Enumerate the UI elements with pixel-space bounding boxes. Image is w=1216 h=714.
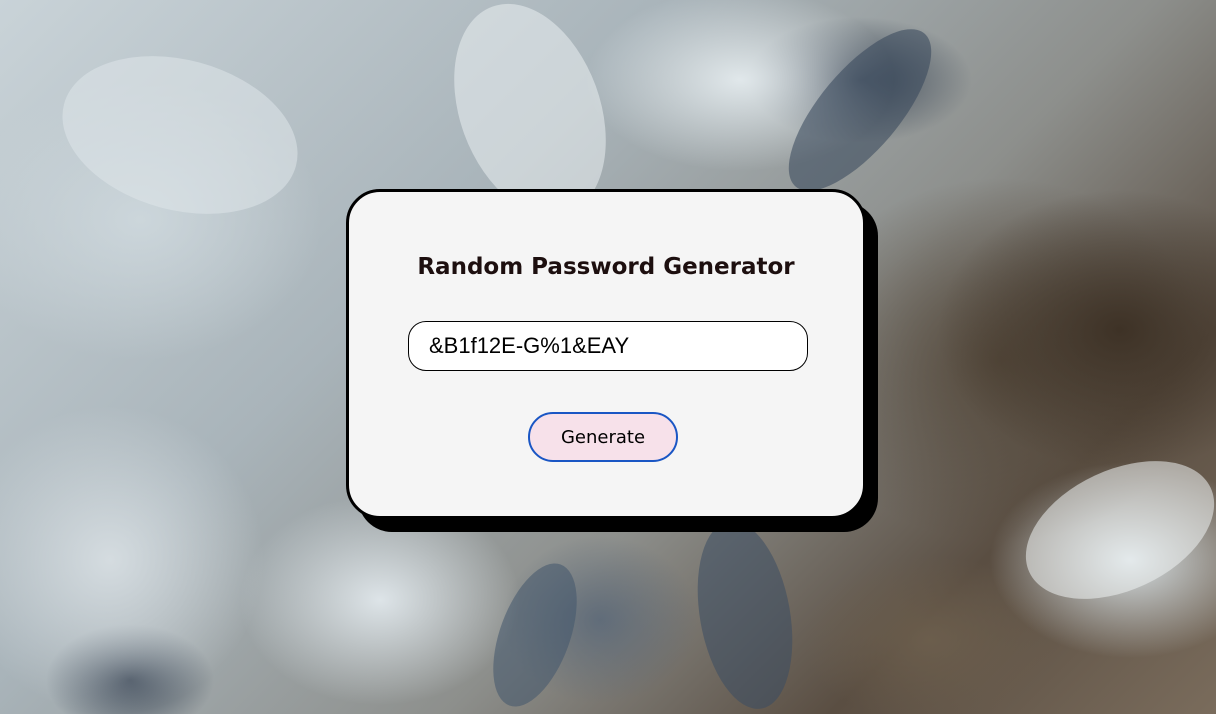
password-generator-card: Random Password Generator Generate <box>346 189 866 519</box>
shadow-valley-shape <box>765 7 955 213</box>
snow-ridge-shape <box>44 31 316 239</box>
generate-button[interactable]: Generate <box>528 412 678 462</box>
password-output-field[interactable] <box>408 321 808 371</box>
shadow-valley-shape <box>476 552 594 714</box>
page-title: Random Password Generator <box>417 254 795 280</box>
snow-ridge-shape <box>1004 433 1216 627</box>
shadow-valley-shape <box>684 513 806 714</box>
